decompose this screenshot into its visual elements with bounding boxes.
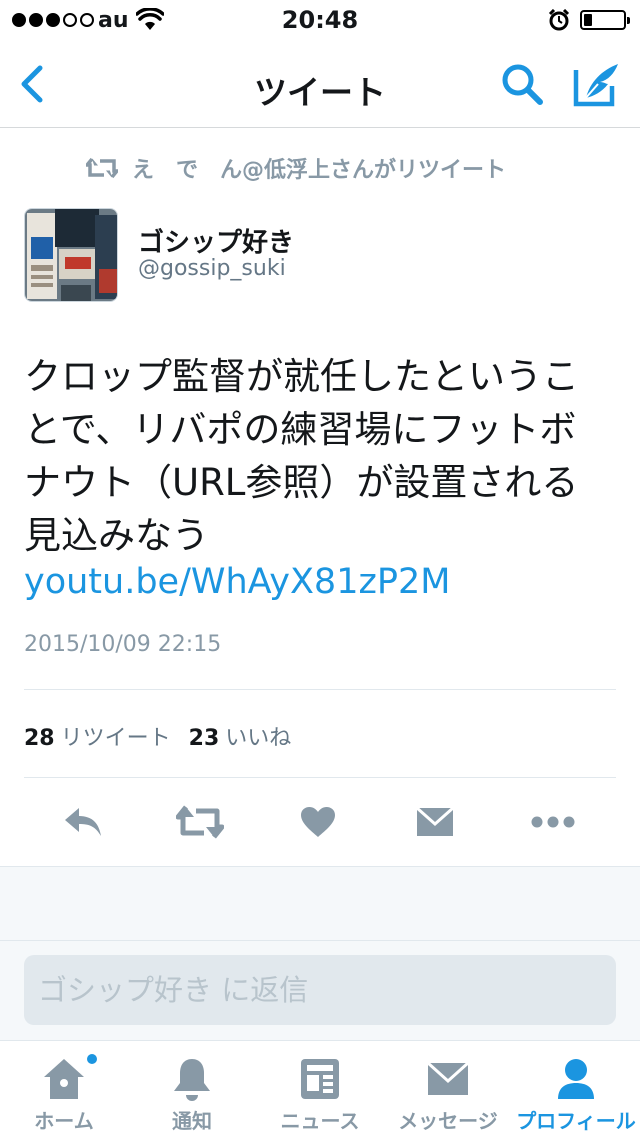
bell-icon	[174, 1059, 210, 1101]
heart-icon	[301, 807, 335, 837]
reply-input[interactable]: ゴシップ好き に返信	[24, 955, 616, 1025]
tab-label: ニュース	[280, 1109, 360, 1133]
tab-notifications[interactable]: 通知	[128, 1041, 256, 1136]
tab-label: 通知	[172, 1109, 212, 1133]
avatar[interactable]	[24, 208, 118, 302]
notification-dot	[86, 1053, 98, 1065]
tweet-link[interactable]: youtu.be/WhAyX81zP2M	[24, 562, 450, 602]
direct-message-button[interactable]	[405, 798, 465, 846]
envelope-icon	[426, 1061, 470, 1095]
retweet-button[interactable]	[170, 798, 230, 846]
like-button[interactable]	[288, 798, 348, 846]
tweet-actions	[0, 790, 640, 854]
retweet-count[interactable]: 28	[24, 726, 55, 751]
like-count-label[interactable]: いいね	[225, 720, 291, 752]
tweet-text: クロップ監督が就任したということで、リバポの練習場にフットボナウト（URL参照）…	[24, 355, 579, 557]
content-spacer	[0, 866, 640, 940]
newspaper-collage-avatar	[25, 209, 117, 301]
battery-icon	[580, 10, 630, 30]
search-icon	[502, 64, 543, 105]
alarm-clock-icon	[548, 8, 570, 35]
tab-label: メッセージ	[398, 1109, 498, 1133]
tweet-timestamp: 2015/10/09 22:15	[24, 632, 222, 657]
home-icon	[44, 1059, 84, 1099]
retweet-context-text: え で ん@低浮上さんがリツイート	[132, 158, 507, 183]
more-button[interactable]	[523, 798, 583, 846]
author-handle[interactable]: @gossip_suki	[138, 256, 286, 281]
like-count[interactable]: 23	[189, 726, 220, 751]
news-icon	[301, 1059, 339, 1099]
retweet-icon	[176, 805, 224, 839]
tab-profile[interactable]: プロフィール	[512, 1041, 640, 1136]
tab-messages[interactable]: メッセージ	[384, 1041, 512, 1136]
status-bar: au 20:48	[0, 0, 640, 40]
author-name[interactable]: ゴシップ好き	[138, 222, 294, 259]
tab-news[interactable]: ニュース	[256, 1041, 384, 1136]
compose-quill-icon	[573, 64, 618, 107]
compose-tweet-button[interactable]	[572, 60, 622, 110]
retweet-count-label[interactable]: リツイート	[61, 720, 171, 752]
status-time: 20:48	[281, 6, 359, 34]
reply-icon	[65, 808, 101, 836]
tab-label: プロフィール	[516, 1109, 636, 1133]
envelope-icon	[416, 806, 454, 836]
reply-button[interactable]	[53, 798, 113, 846]
tab-bar: ホーム 通知 ニュース メッセージ プロフィール	[0, 1040, 640, 1136]
person-icon	[558, 1059, 594, 1099]
navigation-bar: ツイート	[0, 40, 640, 128]
retweet-icon	[86, 157, 118, 179]
divider	[24, 777, 616, 778]
search-button[interactable]	[498, 60, 546, 108]
tweet-stats: 28 リツイート 23 いいね	[24, 720, 309, 752]
tab-label: ホーム	[34, 1109, 94, 1133]
tab-home[interactable]: ホーム	[0, 1041, 128, 1136]
retweet-context: え で ん@低浮上さんがリツイート	[86, 152, 506, 184]
more-dots-icon	[531, 816, 575, 828]
reply-bar: ゴシップ好き に返信	[0, 940, 640, 1040]
divider	[24, 689, 616, 690]
